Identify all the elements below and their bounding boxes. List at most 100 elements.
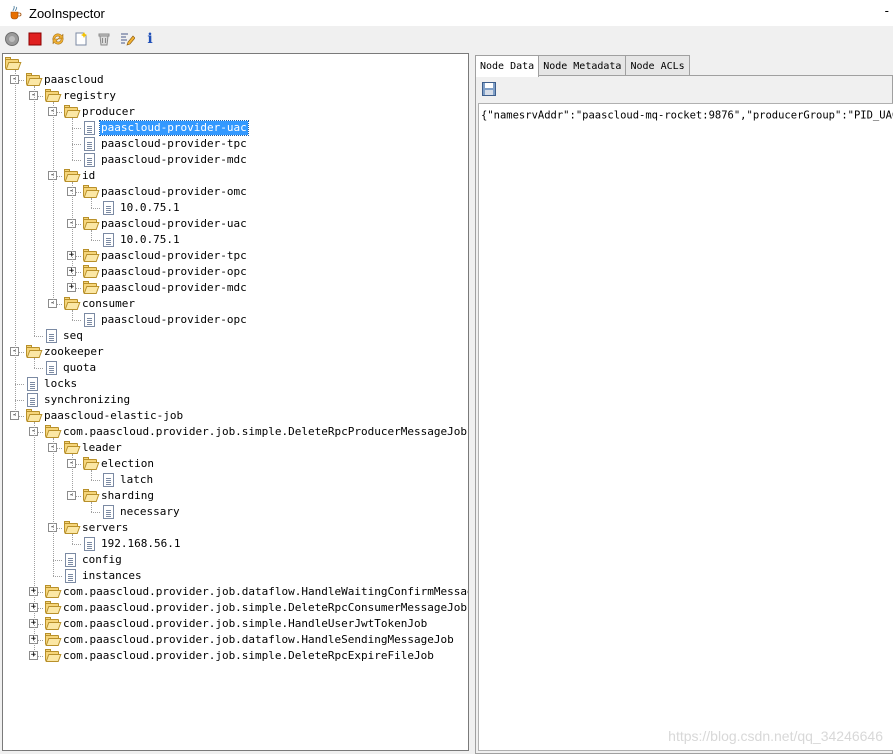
file-icon — [65, 569, 76, 583]
tree-node-label[interactable]: config — [81, 553, 123, 567]
tree-guide-line — [34, 86, 35, 336]
tree-node-label[interactable]: paascloud-provider-tpc — [100, 249, 248, 263]
file-icon — [103, 201, 114, 215]
tree-node-label[interactable]: paascloud-elastic-job — [43, 409, 184, 423]
tree-node-label[interactable]: com.paascloud.provider.job.simple.Delete… — [62, 601, 468, 615]
tree-row[interactable]: + com.paascloud.provider.job.simple.Delet… — [3, 648, 468, 664]
tree-node-label[interactable]: 10.0.75.1 — [119, 201, 181, 215]
tree-node-label[interactable]: instances — [81, 569, 143, 583]
title-bar: ZooInspector - — [0, 0, 893, 26]
tree-row[interactable]: - paascloud-elastic-job — [3, 408, 468, 424]
tree-connector — [72, 544, 81, 545]
tree-node-label[interactable]: id — [81, 169, 96, 183]
tree-node-label[interactable]: servers — [81, 521, 129, 535]
folder-icon — [82, 249, 100, 262]
tree-node-label[interactable]: paascloud-provider-mdc — [100, 281, 248, 295]
tree-node-label[interactable]: com.paascloud.provider.job.simple.Delete… — [62, 649, 435, 663]
tree-guide-line — [72, 118, 73, 160]
tree-node-label[interactable]: necessary — [119, 505, 181, 519]
tree-node-label[interactable]: 192.168.56.1 — [100, 537, 181, 551]
refresh-icon[interactable] — [50, 31, 66, 47]
connect-icon[interactable] — [4, 31, 20, 47]
tree-row[interactable]: - zookeeper — [3, 344, 468, 360]
tree-row[interactable]: - registry — [3, 88, 468, 104]
tree-row[interactable]: + com.paascloud.provider.job.dataflow.Han… — [3, 584, 468, 600]
tree-node-label[interactable]: paascloud-provider-tpc — [100, 137, 248, 151]
tree-row[interactable]: config — [3, 552, 468, 568]
edit-viewers-icon[interactable] — [119, 31, 135, 47]
tree-row[interactable]: locks — [3, 376, 468, 392]
node-data-editor[interactable]: {"namesrvAddr":"paascloud-mq-rocket:9876… — [478, 103, 893, 751]
tree-connector — [15, 384, 24, 385]
file-icon — [103, 473, 114, 487]
stop-icon[interactable] — [27, 31, 43, 47]
tree-row[interactable]: necessary — [3, 504, 468, 520]
tree-row[interactable] — [3, 56, 468, 72]
tree-node-label[interactable]: election — [100, 457, 155, 471]
tree-row[interactable]: seq — [3, 328, 468, 344]
tree-row[interactable]: + com.paascloud.provider.job.simple.Handl… — [3, 616, 468, 632]
tree-node-label[interactable]: paascloud-provider-mdc — [100, 153, 248, 167]
tab-node-data[interactable]: Node Data — [475, 55, 540, 77]
tree-guide-line — [72, 454, 73, 496]
tree-guide-line — [72, 182, 73, 288]
file-icon — [46, 329, 57, 343]
minimize-button[interactable]: - — [885, 3, 889, 18]
info-icon[interactable]: i — [142, 31, 158, 47]
tree-node-label[interactable]: paascloud-provider-omc — [100, 185, 248, 199]
tree-row[interactable]: synchronizing — [3, 392, 468, 408]
tab-node-acls[interactable]: Node ACLs — [625, 55, 690, 76]
node-data-tab-body: {"namesrvAddr":"paascloud-mq-rocket:9876… — [475, 75, 893, 754]
tree-connector — [91, 480, 100, 481]
node-data-toolbar — [476, 76, 892, 102]
trash-icon[interactable] — [96, 31, 112, 47]
tree-row[interactable]: + com.paascloud.provider.job.dataflow.Han… — [3, 632, 468, 648]
tree-guide-line — [53, 438, 54, 576]
tree-node-label[interactable]: synchronizing — [43, 393, 131, 407]
tab-node-metadata[interactable]: Node Metadata — [538, 55, 627, 76]
folder-icon — [63, 521, 81, 534]
folder-icon — [44, 601, 62, 614]
tree-node-label[interactable]: paascloud-provider-uac — [99, 120, 249, 136]
folder-icon — [44, 89, 62, 102]
tree-node-label[interactable]: latch — [119, 473, 154, 487]
tree-node-label[interactable]: paascloud-provider-uac — [100, 217, 248, 231]
tree-connector — [34, 368, 43, 369]
tree-guide-line — [53, 102, 54, 304]
tree-node-label[interactable]: 10.0.75.1 — [119, 233, 181, 247]
tree-node-label[interactable]: sharding — [100, 489, 155, 503]
node-tree: - paascloud - registry - producer paascloud-pr… — [3, 54, 468, 750]
tree-row[interactable]: - com.paascloud.provider.job.simple.Delet… — [3, 424, 468, 440]
folder-icon — [25, 345, 43, 358]
tree-node-label[interactable]: com.paascloud.provider.job.simple.Handle… — [62, 617, 428, 631]
file-icon — [27, 377, 38, 391]
file-icon — [27, 393, 38, 407]
folder-icon — [44, 649, 62, 662]
tree-node-label[interactable]: paascloud — [43, 73, 105, 87]
viewer-tabs: Node Data Node Metadata Node ACLs — [475, 55, 690, 77]
tree-node-label[interactable]: consumer — [81, 297, 136, 311]
tree-node-label[interactable]: registry — [62, 89, 117, 103]
tree-row[interactable]: + com.paascloud.provider.job.simple.Delet… — [3, 600, 468, 616]
tree-node-label[interactable]: locks — [43, 377, 78, 391]
tree-row[interactable]: quota — [3, 360, 468, 376]
tree-node-label[interactable]: com.paascloud.provider.job.simple.Delete… — [62, 425, 468, 439]
tree-node-label[interactable]: quota — [62, 361, 97, 375]
tree-row[interactable]: instances — [3, 568, 468, 584]
tree-node-label[interactable]: com.paascloud.provider.job.dataflow.Hand… — [62, 633, 455, 647]
new-node-icon[interactable] — [73, 31, 89, 47]
tree-node-label[interactable]: paascloud-provider-opc — [100, 265, 248, 279]
tree-node-label[interactable]: producer — [81, 105, 136, 119]
java-cup-icon — [7, 5, 23, 21]
folder-icon — [44, 425, 62, 438]
folder-icon — [82, 265, 100, 278]
tree-row[interactable]: - paascloud — [3, 72, 468, 88]
save-icon[interactable] — [481, 81, 497, 97]
tree-node-label[interactable]: com.paascloud.provider.job.dataflow.Hand… — [62, 585, 468, 599]
tree-node-label[interactable]: paascloud-provider-opc — [100, 313, 248, 327]
tree-node-label[interactable]: leader — [81, 441, 123, 455]
file-icon — [84, 121, 95, 135]
tree-node-label[interactable]: seq — [62, 329, 84, 343]
tree-node-label[interactable]: zookeeper — [43, 345, 105, 359]
folder-icon — [82, 185, 100, 198]
